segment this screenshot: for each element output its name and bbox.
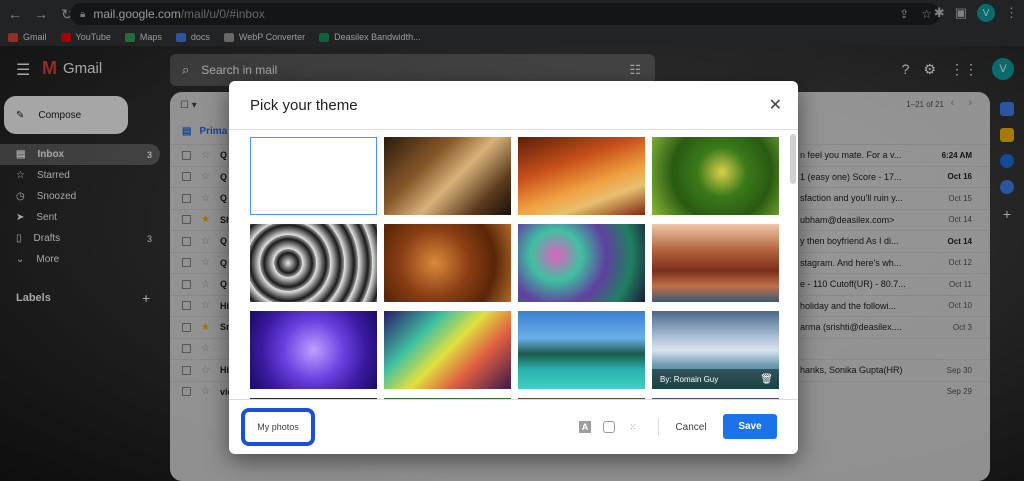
theme-canyon[interactable] xyxy=(518,137,645,215)
theme-beach-clouds[interactable]: By: Romain Guy 🗑︎ xyxy=(652,311,779,389)
theme-caterpillar[interactable] xyxy=(652,137,779,215)
dialog-footer: My photos A ⁙ Cancel Save xyxy=(229,399,798,454)
theme-jellyfish[interactable] xyxy=(250,311,377,389)
close-icon[interactable]: ✕ xyxy=(769,95,782,115)
my-photos-button[interactable]: My photos xyxy=(241,408,315,446)
text-background-icon[interactable]: A xyxy=(579,421,591,433)
theme-chess[interactable] xyxy=(384,137,511,215)
theme-default-blank[interactable] xyxy=(250,137,377,215)
theme-lake-tahoe[interactable] xyxy=(518,311,645,389)
footer-divider xyxy=(658,418,659,436)
theme-river-canyon[interactable] xyxy=(652,224,779,302)
blur-icon[interactable]: ⁙ xyxy=(627,421,639,433)
theme-autumn-leaves[interactable] xyxy=(384,224,511,302)
cancel-button[interactable]: Cancel xyxy=(665,415,717,439)
theme-gallery: By: Romain Guy 🗑︎ xyxy=(229,129,798,399)
dialog-title: Pick your theme xyxy=(250,97,358,114)
vignette-icon[interactable] xyxy=(603,421,615,433)
save-button[interactable]: Save xyxy=(723,414,777,439)
theme-bokeh[interactable] xyxy=(518,224,645,302)
my-photos-label: My photos xyxy=(257,422,299,432)
theme-pipes[interactable] xyxy=(250,224,377,302)
theme-rainbow-bubble[interactable] xyxy=(384,311,511,389)
theme-picker-dialog: Pick your theme ✕ By: Romain Guy 🗑︎ My ph… xyxy=(229,81,798,454)
gallery-scrollbar[interactable] xyxy=(790,134,796,184)
delete-theme-icon[interactable]: 🗑︎ xyxy=(760,374,773,385)
